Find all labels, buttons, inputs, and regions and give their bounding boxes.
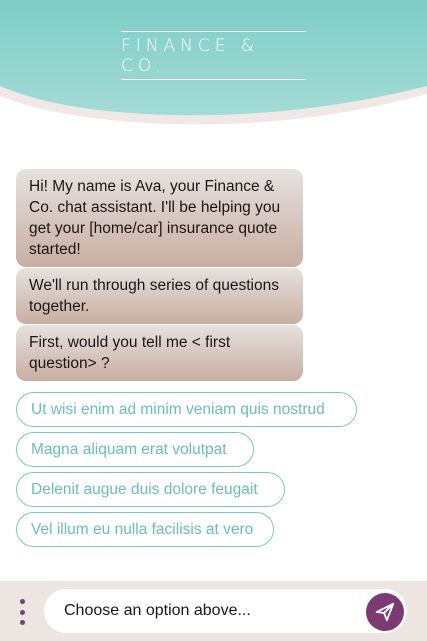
- paper-plane-icon: [375, 602, 395, 622]
- send-button[interactable]: [366, 593, 404, 631]
- option-button[interactable]: Magna aliquam erat volutpat: [16, 432, 254, 467]
- bot-message: We'll run through series of questions to…: [16, 268, 303, 324]
- header: FINANCE & CO.: [0, 0, 427, 135]
- option-button[interactable]: Ut wisi enim ad minim veniam quis nostru…: [16, 392, 357, 427]
- bot-message: First, would you tell me < first questio…: [16, 325, 303, 381]
- bot-message: Hi! My name is Ava, your Finance & Co. c…: [16, 169, 303, 267]
- brand-logo: FINANCE & CO.: [121, 31, 306, 80]
- composer-bar: Choose an option above...: [0, 581, 427, 641]
- vertical-dots-icon[interactable]: [17, 599, 27, 625]
- option-button[interactable]: Delenit augue duis dolore feugait: [16, 472, 285, 507]
- message-input[interactable]: Choose an option above...: [44, 589, 407, 633]
- option-button[interactable]: Vel illum eu nulla facilisis at vero: [16, 512, 274, 547]
